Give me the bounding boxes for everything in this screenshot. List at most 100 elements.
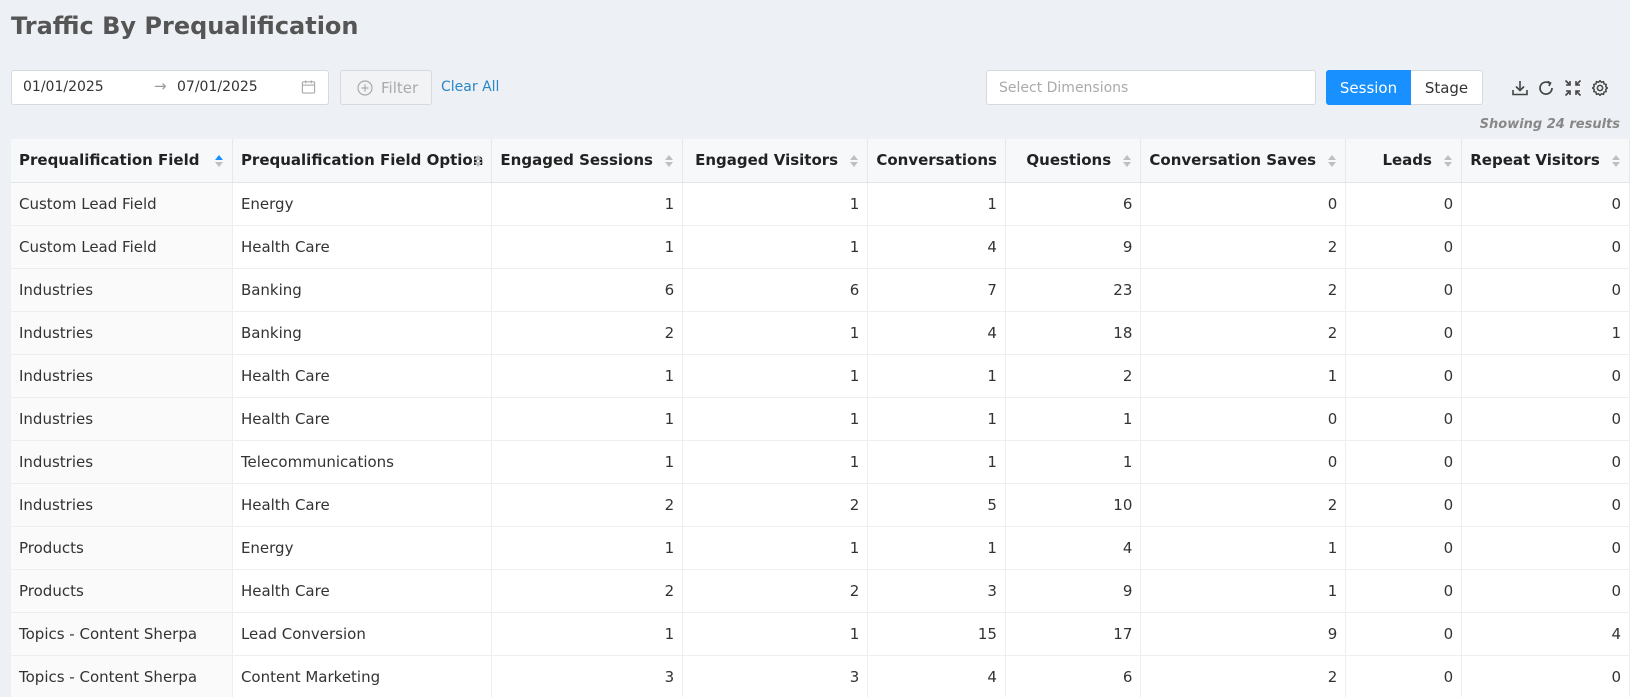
table-row: Custom Lead Field Health Care 1 1 4 9 2 0 0 (11, 225, 1630, 269)
column-header-prequalification-field-option[interactable]: Prequalification Field Option (232, 139, 493, 183)
cell-leads: 0 (1345, 440, 1463, 484)
filter-button[interactable]: Filter (340, 70, 432, 105)
cell-conversations: 1 (867, 397, 1006, 441)
cell-conversations: 1 (867, 526, 1006, 570)
column-header-conversations[interactable]: Conversations (867, 139, 1006, 183)
clear-all-link[interactable]: Clear All (441, 79, 499, 95)
cell-engaged-sessions: 2 (491, 569, 684, 613)
date-range-arrow-icon: → (154, 77, 167, 95)
select-dimensions-input[interactable] (987, 71, 1315, 104)
cell-engaged-sessions: 1 (491, 354, 684, 398)
cell-engaged-visitors: 2 (682, 483, 869, 527)
cell-engaged-sessions: 1 (491, 526, 684, 570)
cell-engaged-visitors: 6 (682, 268, 869, 312)
column-header-questions[interactable]: Questions (1005, 139, 1142, 183)
cell-prequalification-field: Products (11, 569, 233, 613)
cell-questions: 1 (1005, 440, 1142, 484)
cell-leads: 0 (1345, 225, 1463, 269)
column-header-label: Engaged Sessions (500, 151, 653, 170)
sort-icon[interactable] (1327, 154, 1337, 168)
cell-questions: 23 (1005, 268, 1142, 312)
table-header-row: Prequalification Field Prequalification … (11, 139, 1630, 183)
cell-questions: 9 (1005, 225, 1142, 269)
refresh-icon[interactable] (1537, 79, 1555, 97)
cell-engaged-sessions: 2 (491, 311, 684, 355)
cell-prequalification-field: Custom Lead Field (11, 182, 233, 226)
settings-icon[interactable] (1591, 79, 1609, 97)
select-dimensions-field[interactable] (986, 70, 1316, 105)
column-header-engaged-visitors[interactable]: Engaged Visitors (682, 139, 869, 183)
sort-icon[interactable] (1443, 154, 1453, 168)
cell-leads: 0 (1345, 612, 1463, 656)
cell-field-option: Health Care (232, 354, 493, 398)
cell-prequalification-field: Products (11, 526, 233, 570)
date-range-picker[interactable]: 01/01/2025 → 07/01/2025 (11, 70, 329, 105)
cell-leads: 0 (1345, 354, 1463, 398)
cell-questions: 1 (1005, 397, 1142, 441)
column-header-engaged-sessions[interactable]: Engaged Sessions (491, 139, 684, 183)
results-count: Showing 24 results (1479, 117, 1620, 132)
end-date-input[interactable]: 07/01/2025 (177, 79, 258, 95)
cell-engaged-visitors: 1 (682, 225, 869, 269)
plus-circle-icon (357, 80, 373, 96)
column-header-label: Conversations (876, 151, 997, 170)
cell-conversations: 15 (867, 612, 1006, 656)
cell-leads: 0 (1345, 569, 1463, 613)
cell-prequalification-field: Industries (11, 354, 233, 398)
column-header-label: Repeat Visitors (1470, 151, 1600, 170)
sort-icon[interactable] (849, 154, 859, 168)
cell-prequalification-field: Topics - Content Sherpa (11, 655, 233, 697)
cell-engaged-sessions: 3 (491, 655, 684, 697)
cell-leads: 0 (1345, 268, 1463, 312)
stage-toggle-button[interactable]: Stage (1411, 70, 1483, 105)
cell-repeat-visitors: 0 (1461, 397, 1630, 441)
table-row: Industries Health Care 1 1 1 1 0 0 0 (11, 397, 1630, 441)
cell-field-option: Banking (232, 268, 493, 312)
cell-questions: 18 (1005, 311, 1142, 355)
fullscreen-icon[interactable] (1564, 79, 1582, 97)
cell-engaged-sessions: 6 (491, 268, 684, 312)
column-header-leads[interactable]: Leads (1345, 139, 1463, 183)
sort-icon[interactable] (214, 154, 224, 168)
cell-conversation-saves: 0 (1140, 397, 1347, 441)
page-title: Traffic By Prequalification (11, 12, 359, 40)
cell-prequalification-field: Industries (11, 268, 233, 312)
download-icon[interactable] (1511, 79, 1529, 97)
cell-conversations: 4 (867, 655, 1006, 697)
cell-leads: 0 (1345, 655, 1463, 697)
sort-icon[interactable] (473, 154, 483, 168)
table-row: Industries Telecommunications 1 1 1 1 0 0 0 (11, 440, 1630, 484)
table-row: Industries Health Care 2 2 5 10 2 0 0 (11, 483, 1630, 527)
column-header-repeat-visitors[interactable]: Repeat Visitors (1461, 139, 1630, 183)
cell-engaged-sessions: 1 (491, 440, 684, 484)
cell-conversation-saves: 2 (1140, 268, 1347, 312)
sort-icon[interactable] (1611, 154, 1621, 168)
cell-questions: 4 (1005, 526, 1142, 570)
table-row: Industries Banking 6 6 7 23 2 0 0 (11, 268, 1630, 312)
cell-repeat-visitors: 0 (1461, 569, 1630, 613)
cell-repeat-visitors: 0 (1461, 483, 1630, 527)
cell-prequalification-field: Industries (11, 440, 233, 484)
table-row: Topics - Content Sherpa Content Marketing… (11, 655, 1630, 697)
cell-leads: 0 (1345, 526, 1463, 570)
column-header-label: Conversation Saves (1149, 151, 1317, 170)
cell-leads: 0 (1345, 483, 1463, 527)
column-header-label: Leads (1382, 151, 1432, 170)
calendar-icon[interactable] (301, 79, 316, 95)
sort-icon[interactable] (664, 154, 674, 168)
cell-engaged-visitors: 1 (682, 440, 869, 484)
cell-prequalification-field: Custom Lead Field (11, 225, 233, 269)
cell-repeat-visitors: 0 (1461, 526, 1630, 570)
cell-field-option: Health Care (232, 225, 493, 269)
cell-field-option: Content Marketing (232, 655, 493, 697)
start-date-input[interactable]: 01/01/2025 (23, 79, 104, 95)
cell-repeat-visitors: 0 (1461, 268, 1630, 312)
column-header-prequalification-field[interactable]: Prequalification Field (11, 139, 233, 183)
cell-engaged-visitors: 1 (682, 311, 869, 355)
sort-icon[interactable] (1122, 154, 1132, 168)
column-header-label: Prequalification Field (19, 151, 200, 170)
session-toggle-button[interactable]: Session (1326, 70, 1411, 105)
cell-conversation-saves: 0 (1140, 440, 1347, 484)
cell-engaged-visitors: 1 (682, 354, 869, 398)
column-header-conversation-saves[interactable]: Conversation Saves (1140, 139, 1347, 183)
